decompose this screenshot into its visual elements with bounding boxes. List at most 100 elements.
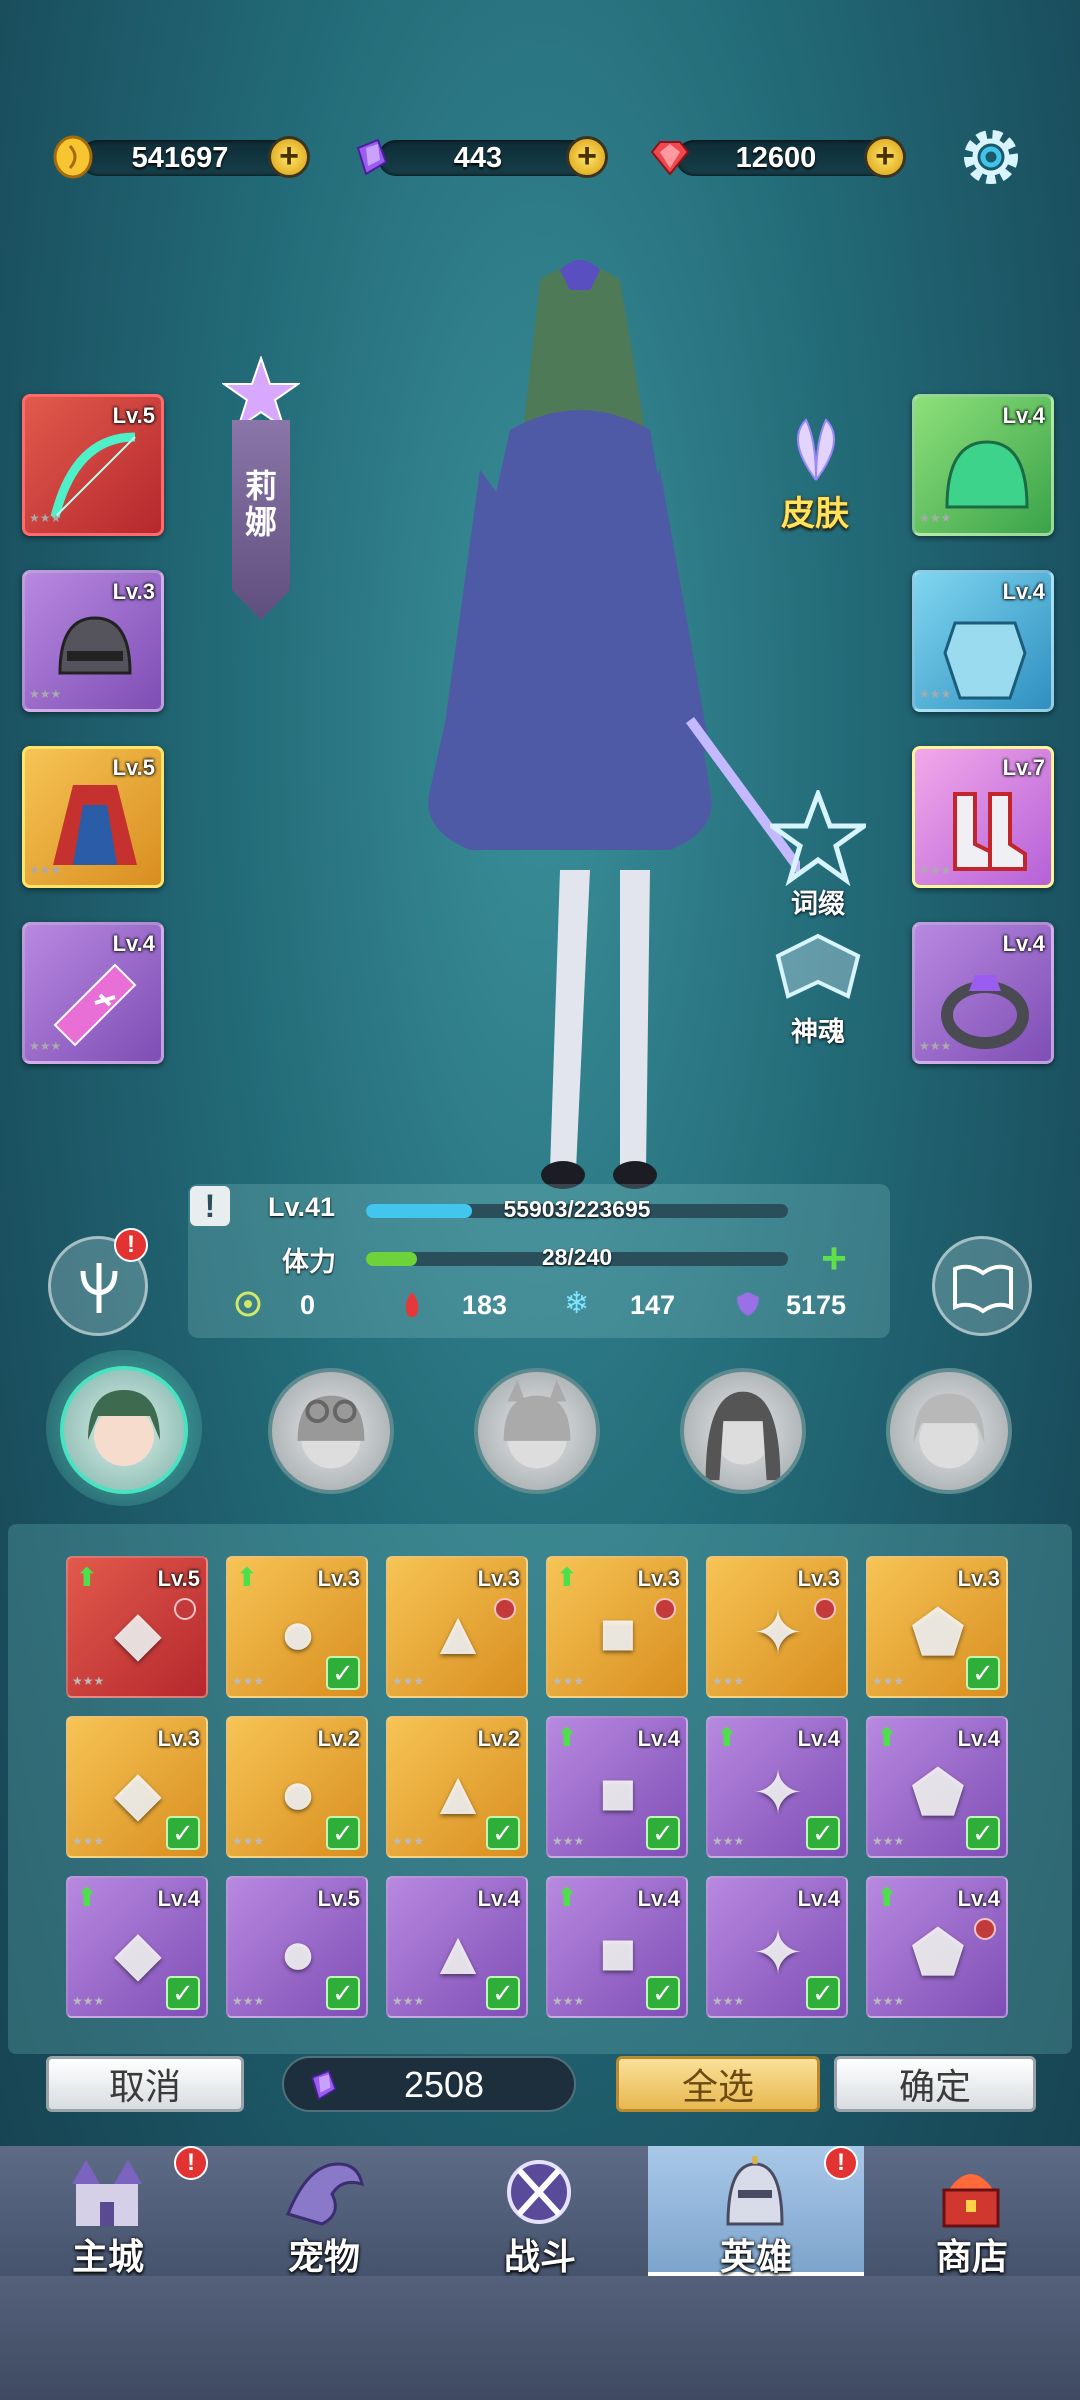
- upgrade-arrow-icon: ⬆: [556, 1562, 578, 1592]
- selected-checkmark-icon[interactable]: ✓: [966, 1656, 1000, 1690]
- soul-label[interactable]: 神魂: [768, 1010, 868, 1049]
- lock-icon[interactable]: [654, 1598, 676, 1620]
- add-gold-button[interactable]: +: [268, 136, 310, 178]
- nav-shop[interactable]: 商店: [864, 2146, 1080, 2277]
- hero-face-icon: [297, 1395, 365, 1469]
- crit-icon: [235, 1291, 261, 1317]
- inventory-item[interactable]: ◆ Lv.5 ★★★ ⬆: [66, 1556, 208, 1698]
- castle-icon: [72, 2160, 142, 2226]
- rarity-stars: ★★★: [552, 1834, 585, 1848]
- confirm-button[interactable]: 确定: [834, 2056, 1036, 2112]
- equip-slot-armor[interactable]: Lv.4 ★★★: [912, 570, 1054, 712]
- info-exclamation-icon[interactable]: !: [190, 1186, 230, 1226]
- book-icon: [953, 1264, 1013, 1314]
- rarity-stars: ★★★: [872, 1674, 905, 1688]
- equip-slot-head[interactable]: Lv.4 ★★★: [912, 394, 1054, 536]
- hero-face-icon: [705, 1391, 781, 1481]
- rarity-stars: ★★★: [919, 687, 952, 701]
- portrait-hero-3[interactable]: [474, 1368, 600, 1494]
- selected-checkmark-icon[interactable]: ✓: [166, 1976, 200, 2010]
- inventory-item[interactable]: ■ Lv.4 ★★★ ⬆ ✓: [546, 1876, 688, 2018]
- skin-wings-icon[interactable]: [780, 410, 852, 490]
- inventory-item[interactable]: ◆ Lv.4 ★★★ ⬆ ✓: [66, 1876, 208, 2018]
- upgrade-arrow-icon: ⬆: [716, 1722, 738, 1752]
- equip-slot-weapon[interactable]: Lv.5 ★★★: [22, 394, 164, 536]
- hero-level: Lv.41: [268, 1192, 336, 1222]
- gem-amount: 443: [453, 142, 503, 174]
- inventory-item[interactable]: ▲ Lv.3 ★★★: [386, 1556, 528, 1698]
- rarity-stars: ★★★: [552, 1994, 585, 2008]
- lock-icon[interactable]: [974, 1918, 996, 1940]
- portrait-hero-4[interactable]: [680, 1368, 806, 1494]
- rarity-stars: ★★★: [712, 1994, 745, 2008]
- equip-slot-boots[interactable]: Lv.7 ★★★: [912, 746, 1054, 888]
- add-diamond-button[interactable]: +: [864, 136, 906, 178]
- inventory-item[interactable]: ⬟ Lv.4 ★★★ ⬆ ✓: [866, 1716, 1008, 1858]
- selected-checkmark-icon[interactable]: ✓: [486, 1816, 520, 1850]
- skin-button-label[interactable]: 皮肤: [760, 486, 870, 535]
- selected-checkmark-icon[interactable]: ✓: [806, 1976, 840, 2010]
- inventory-item[interactable]: ● Lv.3 ★★★ ⬆ ✓: [226, 1556, 368, 1698]
- selected-checkmark-icon[interactable]: ✓: [806, 1816, 840, 1850]
- selected-checkmark-icon[interactable]: ✓: [326, 1656, 360, 1690]
- lock-icon[interactable]: [494, 1598, 516, 1620]
- lock-icon[interactable]: [814, 1598, 836, 1620]
- inventory-item[interactable]: ■ Lv.3 ★★★ ⬆: [546, 1556, 688, 1698]
- inventory-item[interactable]: ● Lv.2 ★★★ ✓: [226, 1716, 368, 1858]
- soul-emblem-icon[interactable]: [770, 930, 866, 1010]
- selected-checkmark-icon[interactable]: ✓: [646, 1816, 680, 1850]
- upgrade-arrow-icon: ⬆: [876, 1722, 898, 1752]
- inventory-item[interactable]: ✦ Lv.3 ★★★: [706, 1556, 848, 1698]
- equip-slot-amulet[interactable]: Lv.4 ★★★: [22, 922, 164, 1064]
- inventory-item[interactable]: ⬟ Lv.3 ★★★ ✓: [866, 1556, 1008, 1698]
- affix-label[interactable]: 词缀: [768, 882, 868, 921]
- upgrade-arrow-icon: ⬆: [76, 1562, 98, 1592]
- inventory-item[interactable]: ✦ Lv.4 ★★★ ⬆ ✓: [706, 1716, 848, 1858]
- equip-slot-helmet[interactable]: Lv.3 ★★★: [22, 570, 164, 712]
- nav-battle[interactable]: 战斗: [432, 2146, 648, 2277]
- item-level: Lv.4: [637, 1886, 680, 1911]
- inventory-item[interactable]: ⬟ Lv.4 ★★★ ⬆: [866, 1876, 1008, 2018]
- rarity-stars: ★★★: [29, 687, 62, 701]
- inventory-item[interactable]: ▲ Lv.2 ★★★ ✓: [386, 1716, 528, 1858]
- selected-checkmark-icon[interactable]: ✓: [326, 1816, 360, 1850]
- portrait-hero-5[interactable]: [886, 1368, 1012, 1494]
- selected-checkmark-icon[interactable]: ✓: [646, 1976, 680, 2010]
- rarity-stars: ★★★: [919, 863, 952, 877]
- affix-star-icon[interactable]: [770, 790, 866, 886]
- rarity-stars: ★★★: [712, 1674, 745, 1688]
- codex-button[interactable]: [932, 1236, 1032, 1336]
- lock-icon[interactable]: [174, 1598, 196, 1620]
- hero-character-figure[interactable]: [360, 250, 800, 1210]
- selected-checkmark-icon[interactable]: ✓: [326, 1976, 360, 2010]
- hero-name: 莉娜: [232, 468, 290, 540]
- inventory-item[interactable]: ■ Lv.4 ★★★ ⬆ ✓: [546, 1716, 688, 1858]
- selected-checkmark-icon[interactable]: ✓: [166, 1816, 200, 1850]
- cost-amount: 2508: [403, 2064, 485, 2105]
- selected-checkmark-icon[interactable]: ✓: [966, 1816, 1000, 1850]
- equip-slot-cloak[interactable]: Lv.5 ★★★: [22, 746, 164, 888]
- portrait-lina[interactable]: [60, 1366, 188, 1494]
- rarity-stars: ★★★: [919, 1039, 952, 1053]
- cancel-button[interactable]: 取消: [46, 2056, 244, 2112]
- add-stamina-button[interactable]: +: [816, 1237, 852, 1281]
- inventory-item[interactable]: ◆ Lv.3 ★★★ ✓: [66, 1716, 208, 1858]
- portrait-hero-2[interactable]: [268, 1368, 394, 1494]
- inventory-item[interactable]: ✦ Lv.4 ★★★ ✓: [706, 1876, 848, 2018]
- equip-slot-ring[interactable]: Lv.4 ★★★: [912, 922, 1054, 1064]
- slot-level: Lv.4: [1002, 403, 1045, 428]
- inventory-item[interactable]: ▲ Lv.4 ★★★ ✓: [386, 1876, 528, 2018]
- rarity-stars: ★★★: [552, 1674, 585, 1688]
- crossed-swords-icon: [507, 2160, 571, 2224]
- stat-fire-value: 183: [462, 1290, 508, 1320]
- item-level: Lv.4: [477, 1886, 520, 1911]
- nav-pets[interactable]: 宠物: [216, 2146, 432, 2277]
- selected-checkmark-icon[interactable]: ✓: [486, 1976, 520, 2010]
- add-gem-button[interactable]: +: [566, 136, 608, 178]
- gear-icon[interactable]: [958, 124, 1024, 190]
- item-level: Lv.5: [157, 1566, 200, 1591]
- stat-crit-value: 0: [300, 1290, 316, 1320]
- select-all-button[interactable]: 全选: [616, 2056, 820, 2112]
- inventory-item[interactable]: ● Lv.5 ★★★ ✓: [226, 1876, 368, 2018]
- item-level: Lv.4: [157, 1886, 200, 1911]
